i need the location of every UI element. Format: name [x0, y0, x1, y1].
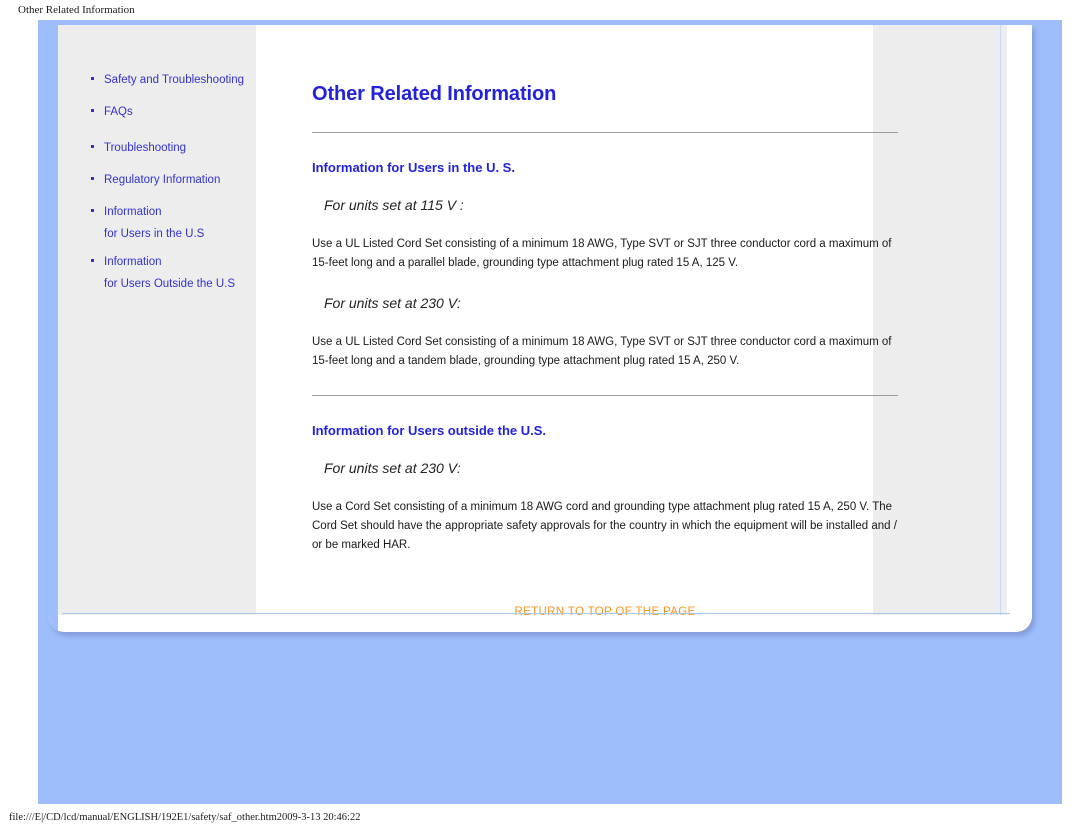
- sidebar-item-information-users-outside-us[interactable]: Information: [58, 255, 256, 269]
- section-heading-outside-us: Information for Users outside the U.S.: [312, 423, 547, 438]
- footer-file-path: file:///E|/CD/lcd/manual/ENGLISH/192E1/s…: [9, 812, 361, 823]
- units-label-115v: For units set at 115 V :: [324, 197, 464, 213]
- page-title: Other Related Information: [312, 83, 557, 105]
- sidebar-item-label[interactable]: Information: [104, 256, 162, 268]
- sidebar-subitem-label[interactable]: for Users in the U.S: [104, 228, 204, 240]
- sidebar-item-faqs[interactable]: FAQs: [58, 105, 256, 119]
- units-label-230v-outside-us: For units set at 230 V:: [324, 460, 461, 476]
- sidebar-item-label[interactable]: Regulatory Information: [104, 174, 220, 186]
- units-label-230v-us: For units set at 230 V:: [324, 295, 461, 311]
- sidebar-navigation: Safety and Troubleshooting FAQs Troubles…: [58, 73, 256, 305]
- bullet-icon: [91, 109, 94, 112]
- card-bottom-divider: [62, 613, 1010, 614]
- sidebar-item-label[interactable]: Information: [104, 206, 162, 218]
- sidebar-item-safety-and-troubleshooting[interactable]: Safety and Troubleshooting: [58, 73, 256, 87]
- bullet-icon: [91, 209, 94, 212]
- body-paragraph-230v-us: Use a UL Listed Cord Set consisting of a…: [312, 336, 892, 367]
- sidebar-subitem-label[interactable]: for Users Outside the U.S: [104, 278, 235, 290]
- sidebar-item-regulatory-information[interactable]: Regulatory Information: [58, 173, 256, 187]
- sidebar-item-label[interactable]: Safety and Troubleshooting: [104, 74, 244, 86]
- sidebar-item-information-users-in-us[interactable]: Information: [58, 205, 256, 219]
- bullet-icon: [91, 145, 94, 148]
- sidebar-subitem-users-outside-us[interactable]: for Users Outside the U.S: [58, 277, 256, 291]
- sidebar-item-label[interactable]: FAQs: [104, 106, 133, 118]
- right-panel-divider: [1000, 25, 1001, 615]
- bullet-icon: [91, 77, 94, 80]
- sidebar-item-troubleshooting[interactable]: Troubleshooting: [58, 141, 256, 155]
- return-to-top-link[interactable]: RETURN TO TOP OF THE PAGE: [312, 555, 898, 618]
- sidebar-subitem-users-in-us[interactable]: for Users in the U.S: [58, 227, 256, 241]
- left-blue-rail: [48, 25, 58, 632]
- bullet-icon: [91, 177, 94, 180]
- body-paragraph-230v-outside-us: Use a Cord Set consisting of a minimum 1…: [312, 501, 897, 551]
- body-paragraph-115v: Use a UL Listed Cord Set consisting of a…: [312, 238, 892, 269]
- section-heading-us: Information for Users in the U. S.: [312, 160, 515, 175]
- main-article: Other Related Information Information fo…: [312, 25, 904, 618]
- sidebar-item-label[interactable]: Troubleshooting: [104, 142, 186, 154]
- bullet-icon: [91, 259, 94, 262]
- content-card: Safety and Troubleshooting FAQs Troubles…: [48, 25, 1032, 632]
- document-title-bar: Other Related Information: [18, 4, 135, 16]
